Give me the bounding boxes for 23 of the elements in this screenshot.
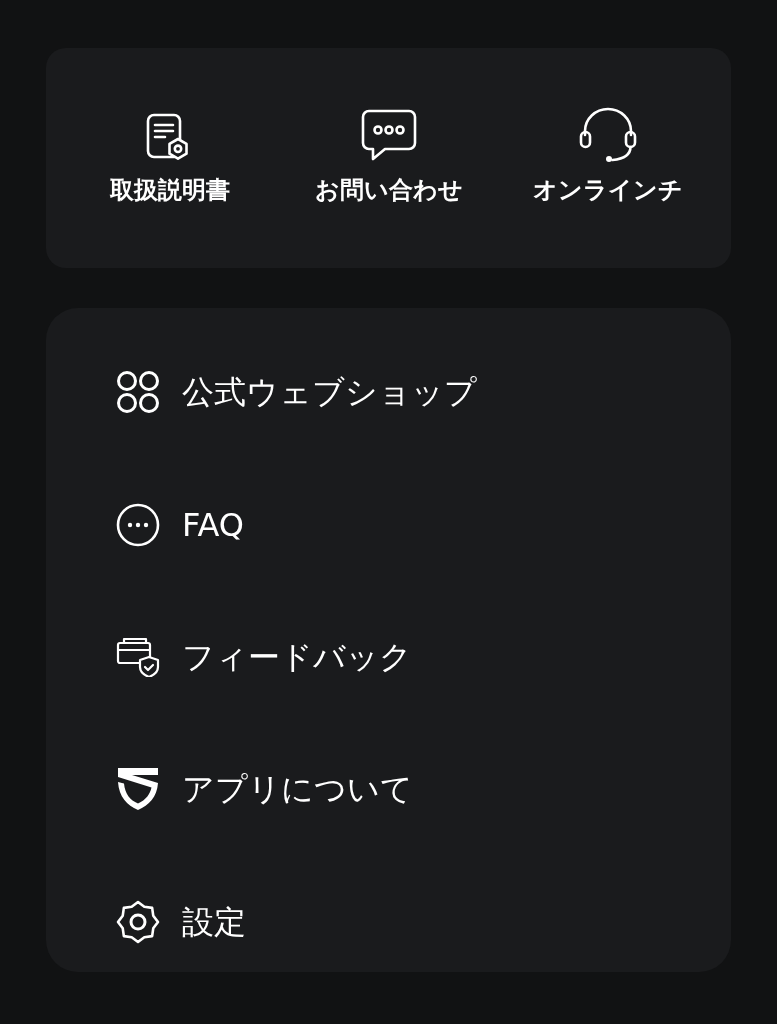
menu-label: フィードバック [182,637,412,677]
shortcut-label: 取扱説明書 [109,175,230,205]
shortcut-button[interactable]: 取扱説明書 [60,105,279,211]
headset-icon [578,107,637,163]
menu-item[interactable]: FAQ [116,492,661,557]
menu-item[interactable]: アプリについて [116,757,661,822]
chat-bubble-icon [360,109,417,163]
menu-item[interactable]: フィードバック [116,624,661,690]
four-rings-icon [116,370,160,415]
shortcut-button[interactable]: お問い合わせ [279,105,498,211]
settings-icon [116,899,160,944]
menu-label: FAQ [182,504,244,545]
shortcut-label: オンラインチ [532,175,683,205]
more-icon [116,502,160,547]
menu-label: 公式ウェブショップ [182,372,477,413]
shortcut-label: お問い合わせ [314,175,463,205]
menu-label: アプリについて [182,769,413,810]
menu-item[interactable]: 設定 [116,889,661,955]
card-shield-icon [116,637,160,677]
menu-label: 設定 [182,901,246,942]
shortcut-button[interactable]: オンラインチ [498,105,717,211]
shield-icon [117,767,159,812]
menu-item[interactable]: 公式ウェブショップ [116,360,661,425]
